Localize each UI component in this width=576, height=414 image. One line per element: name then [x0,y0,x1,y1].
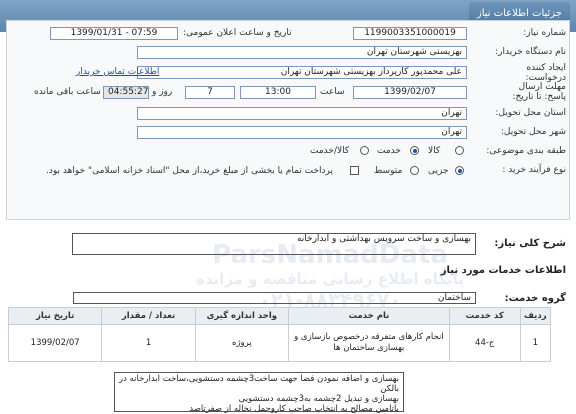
category-option-goods-service: کالا/خدمت [310,146,350,156]
remaining-days-field: 7 [185,86,235,99]
creator-field: علی محمدپور کارپرداز بهزیستی شهرستان تهر… [137,66,467,79]
announce-date-label: تاریخ و ساعت اعلان عمومی: [183,28,292,38]
category-option-service: خدمت [377,146,401,156]
deadline-time-field: 13:00 [240,86,316,99]
remaining-time-label: ساعت باقی مانده [34,87,101,97]
payment-note: پرداخت تمام یا بخشی از مبلغ خرید،از محل … [46,166,334,176]
col-header-qty: تعداد / مقدار [101,307,196,325]
remaining-time-field: 04:55:27 [103,86,149,99]
services-table: ردیف کد خدمت نام خدمت واحد اندازه گیری ت… [7,307,552,362]
col-header-date: تاریخ نیاز [7,307,103,325]
col-header-code: کد خدمت [448,307,521,325]
announce-date-field: 1399/01/31 - 07:59 [50,27,178,40]
process-label: نوع فرآیند خرید : [502,165,566,175]
treasury-checkbox[interactable] [350,166,359,175]
service-group-field: ساختمان [73,292,476,304]
description-line: بهسازی و اضافه نمودن فضا جهت ساخت3چشمه د… [119,374,399,394]
city-label: شهر محل تحویل: [500,127,566,137]
process-option-partial: جزیی [428,166,449,176]
need-details-page: جزئیات اطلاعات نیاز شماره نیاز: 11990033… [0,0,576,414]
province-label: استان محل تحویل: [495,108,566,118]
service-group-label: گروه خدمت: [504,293,566,304]
category-radio-goods[interactable] [455,146,464,155]
summary-field: بهسازی و ساخت سرویس بهداشتی و ابدارخانه [72,233,476,255]
description-line: بهسازی و تبدیل 2چشمه به3چشمه دستشویی [238,394,399,404]
process-radio-medium[interactable] [410,166,419,175]
col-header-name: نام خدمت [288,307,450,325]
creator-label: ایجاد کننده درخواست: [525,63,566,83]
deadline-date-field: 1399/02/07 [353,86,467,99]
buyer-org-label: نام دستگاه خریدار: [495,47,566,57]
description-line: باتامین مصالح به انتخاب صاحب کاروحمل نخا… [189,404,399,414]
need-number-label: شماره نیاز: [523,28,566,38]
category-radio-goods-service[interactable] [360,146,369,155]
cell-index: 1 [519,324,552,362]
category-label: طبقه بندی موضوعی: [486,146,566,156]
cell-qty: 1 [101,324,196,362]
cell-unit: پروژه [194,324,290,362]
services-section-title: اطلاعات خدمات مورد نیاز [440,265,566,276]
table-header-row: ردیف کد خدمت نام خدمت واحد اندازه گیری ت… [7,307,552,325]
deadline-label: مهلت ارسال پاسخ: تا تاریخ: [512,82,566,102]
process-option-medium: متوسط [374,166,403,176]
buyer-org-field: بهزیستی شهرستان تهران [137,46,467,59]
buyer-contact-link[interactable]: اطلاعات تماس خریدار [76,67,159,77]
col-header-index: ردیف [519,307,552,325]
watermark-tagline: پایگاه اطلاع رسانی مناقصه و مزایده [196,270,464,288]
col-header-unit: واحد اندازه گیری [194,307,290,325]
category-option-goods: کالا [428,146,441,156]
cell-name: انجام کارهای متفرقه درخصوص بازسازی و بهس… [288,324,450,362]
city-field: تهران [137,126,467,139]
category-radio-service[interactable] [410,146,419,155]
buyer-description-box: بهسازی و اضافه نمودن فضا جهت ساخت3چشمه د… [114,372,404,414]
cell-code: ج-44 [448,324,521,362]
days-label: روز و [152,87,173,97]
table-row: 1 ج-44 انجام کارهای متفرقه درخصوص بازساز… [7,324,552,362]
deadline-hour-label: ساعت [320,87,345,97]
cell-date: 1399/02/07 [7,324,103,362]
summary-label: شرح کلی نیاز: [494,238,566,249]
need-number-field: 1199003351000019 [353,27,467,40]
process-radio-partial[interactable] [455,166,464,175]
province-field: تهران [137,107,467,120]
